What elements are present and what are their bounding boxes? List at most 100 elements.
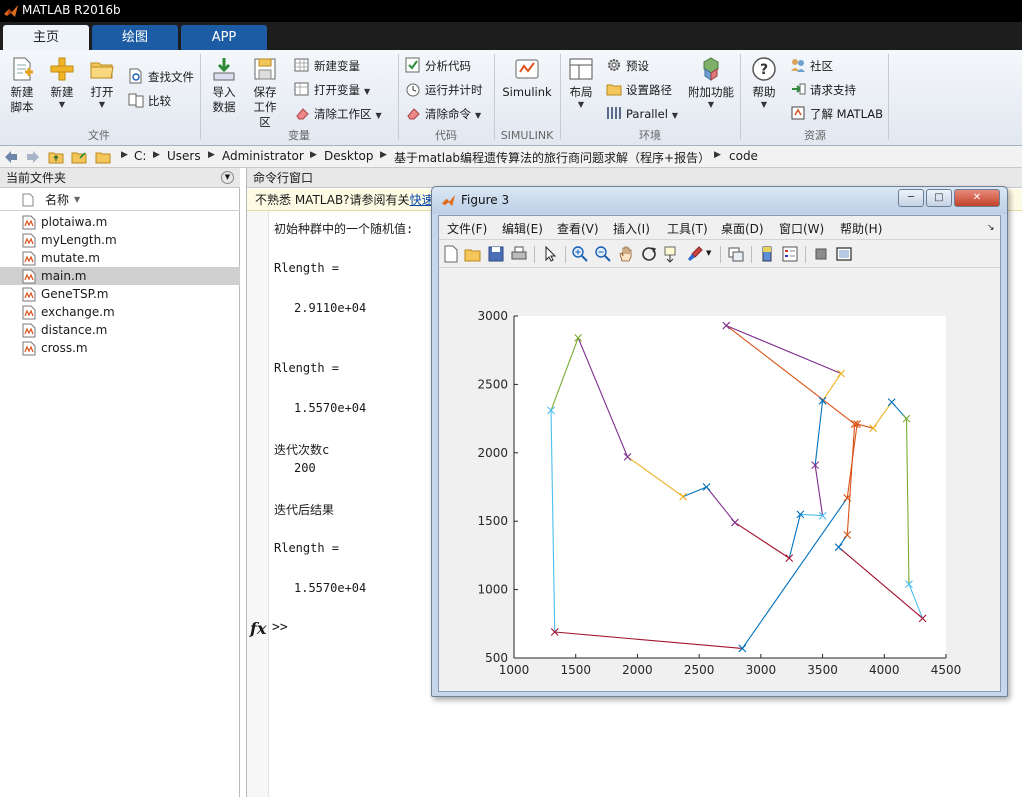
tab-plots[interactable]: 绘图 <box>92 25 178 50</box>
import-data-button[interactable]: 导入 数据 <box>208 56 240 115</box>
hide-plot-tools-icon[interactable] <box>812 245 830 263</box>
legend-icon[interactable] <box>781 245 799 263</box>
breadcrumb-users[interactable]: Users <box>167 149 201 163</box>
addons-button[interactable]: 附加功能 ▼ <box>688 56 734 110</box>
open-file-icon[interactable] <box>464 245 482 263</box>
maximize-button[interactable]: □ <box>926 189 952 207</box>
help-dropdown-arrow[interactable]: ▼ <box>748 100 780 110</box>
compare-button[interactable]: 比较 <box>128 91 171 111</box>
save-workspace-button[interactable]: 保存 工作区 <box>248 56 282 130</box>
breadcrumb-administrator[interactable]: Administrator <box>222 149 304 163</box>
close-button[interactable]: ✕ <box>954 189 1000 207</box>
up-folder-icon[interactable] <box>48 149 64 165</box>
tab-apps[interactable]: APP <box>181 25 267 50</box>
tsp-route-chart[interactable]: 1000 1500 2000 2500 3000 3500 4000 450050010001… <box>439 269 1000 691</box>
community-label: 社区 <box>810 59 833 73</box>
brush-icon[interactable] <box>686 245 704 263</box>
new-button[interactable]: 新建 ▼ <box>46 56 78 110</box>
preferences-button[interactable]: 预设 <box>606 56 649 76</box>
file-item[interactable]: distance.m <box>0 321 240 339</box>
new-variable-button[interactable]: 新建变量 <box>294 56 360 76</box>
breadcrumb-project-folder[interactable]: 基于matlab编程遗传算法的旅行商问题求解（程序+报告） <box>394 149 710 166</box>
parallel-button[interactable]: Parallel ▼ <box>606 104 678 124</box>
rotate-icon[interactable] <box>640 245 658 263</box>
open-button[interactable]: 打开 ▼ <box>86 56 118 110</box>
new-script-button[interactable]: 新建 脚本 <box>6 56 38 115</box>
menu-tools[interactable]: 工具(T) <box>667 220 708 237</box>
file-item[interactable]: main.m <box>0 267 240 285</box>
open-dropdown-arrow[interactable]: ▼ <box>86 100 118 110</box>
file-item[interactable]: plotaiwa.m <box>0 213 240 231</box>
x-tick-label: 1000 <box>499 663 530 677</box>
clear-commands-button[interactable]: 清除命令 ▼ <box>405 104 481 124</box>
simulink-button[interactable]: Simulink <box>502 56 552 100</box>
forward-arrow-icon[interactable] <box>25 149 41 165</box>
save-icon[interactable] <box>487 245 505 263</box>
command-prompt[interactable]: >> <box>272 620 288 635</box>
layout-button[interactable]: 布局 ▼ <box>566 56 596 110</box>
name-column-header[interactable]: 名称 ▼ <box>0 189 240 211</box>
breadcrumb-separator: ▶ <box>714 150 721 160</box>
clear-workspace-dropdown-arrow[interactable]: ▼ <box>376 111 382 120</box>
pan-icon[interactable] <box>617 245 635 263</box>
minimize-button[interactable]: ─ <box>898 189 924 207</box>
menu-file[interactable]: 文件(F) <box>447 220 487 237</box>
figure-title-bar[interactable]: Figure 3 ─ □ ✕ <box>432 187 1007 214</box>
brush-dropdown-arrow[interactable]: ▼ <box>706 249 711 257</box>
breadcrumb-drive[interactable]: C: <box>134 149 146 163</box>
menu-edit[interactable]: 编辑(E) <box>502 220 543 237</box>
help-button[interactable]: ? 帮助 ▼ <box>748 56 780 110</box>
tab-home[interactable]: 主页 <box>3 25 89 50</box>
learn-matlab-button[interactable]: 了解 MATLAB <box>790 104 883 124</box>
back-arrow-icon[interactable] <box>3 149 19 165</box>
panel-actions-icon[interactable]: ▼ <box>221 171 234 184</box>
quick-start-link[interactable]: 快速 <box>410 193 434 207</box>
zoom-out-icon[interactable] <box>594 245 612 263</box>
open-variable-button[interactable]: 打开变量 ▼ <box>294 80 370 100</box>
zoom-in-icon[interactable] <box>571 245 589 263</box>
addons-dropdown-arrow[interactable]: ▼ <box>688 100 734 110</box>
menu-window[interactable]: 窗口(W) <box>779 220 824 237</box>
dock-arrow-icon[interactable]: ↘ <box>987 223 995 233</box>
compare-label: 比较 <box>148 94 171 108</box>
menu-insert[interactable]: 插入(I) <box>613 220 650 237</box>
output-line: 迭代后结果 <box>274 503 335 517</box>
x-tick-label: 4500 <box>931 663 962 677</box>
pointer-icon[interactable] <box>541 245 559 263</box>
function-browser-icon[interactable]: fx <box>250 619 266 638</box>
request-support-button[interactable]: 请求支持 <box>790 80 856 100</box>
breadcrumb-code[interactable]: code <box>729 149 758 163</box>
run-and-time-button[interactable]: 运行并计时 <box>405 80 483 100</box>
community-button[interactable]: 社区 <box>790 56 833 76</box>
ribbon-group-separator <box>888 54 889 140</box>
file-item[interactable]: myLength.m <box>0 231 240 249</box>
new-figure-icon[interactable] <box>442 245 460 263</box>
file-item[interactable]: cross.m <box>0 339 240 357</box>
new-dropdown-arrow[interactable]: ▼ <box>46 100 78 110</box>
show-plot-tools-icon[interactable] <box>835 245 853 263</box>
print-icon[interactable] <box>510 245 528 263</box>
menu-help[interactable]: 帮助(H) <box>840 220 882 237</box>
open-variable-dropdown-arrow[interactable]: ▼ <box>364 87 370 96</box>
breadcrumb-desktop[interactable]: Desktop <box>324 149 374 163</box>
data-cursor-icon[interactable] <box>663 245 681 263</box>
parallel-dropdown-arrow[interactable]: ▼ <box>672 111 678 120</box>
menu-view[interactable]: 查看(V) <box>557 220 599 237</box>
layout-dropdown-arrow[interactable]: ▼ <box>566 100 596 110</box>
file-item[interactable]: exchange.m <box>0 303 240 321</box>
clear-commands-dropdown-arrow[interactable]: ▼ <box>475 111 481 120</box>
set-path-button[interactable]: 设置路径 <box>606 80 672 100</box>
analyze-code-button[interactable]: 分析代码 <box>405 56 471 76</box>
file-item[interactable]: mutate.m <box>0 249 240 267</box>
layout-label: 布局 <box>569 85 593 99</box>
new-script-icon <box>13 57 33 81</box>
x-tick-label: 2500 <box>684 663 715 677</box>
figure-title: Figure 3 <box>461 193 510 207</box>
file-item[interactable]: GeneTSP.m <box>0 285 240 303</box>
link-icon[interactable] <box>727 245 745 263</box>
browse-folder-icon[interactable] <box>71 149 87 165</box>
colorbar-icon[interactable] <box>758 245 776 263</box>
menu-desktop[interactable]: 桌面(D) <box>721 220 764 237</box>
find-files-button[interactable]: 查找文件 <box>128 67 194 87</box>
clear-workspace-button[interactable]: 清除工作区 ▼ <box>294 104 382 124</box>
